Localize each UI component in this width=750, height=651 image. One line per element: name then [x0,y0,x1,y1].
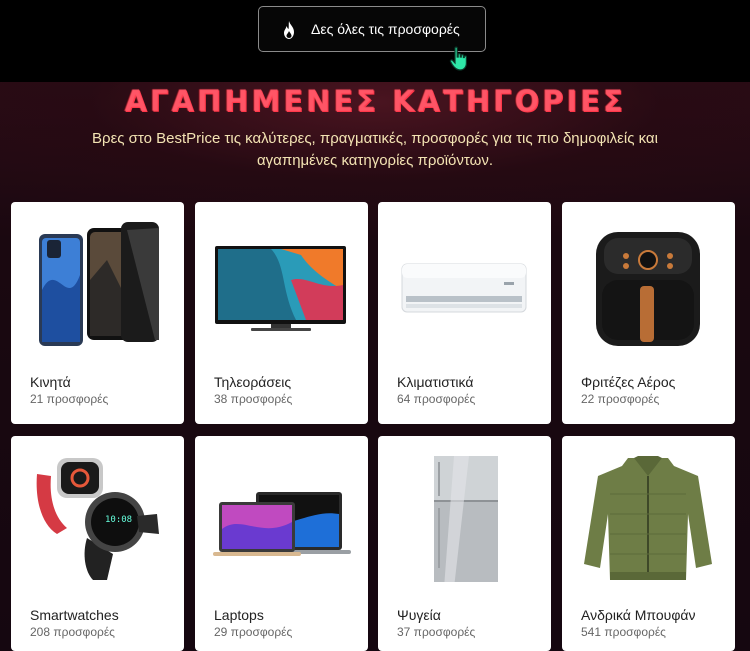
smartphone-image [39,222,159,346]
all-deals-label: Δες όλες τις προσφορές [311,21,460,37]
category-card-smartwatches[interactable]: 10:08 Smartwatches 208 προσφορές [11,436,184,651]
jacket-image [584,456,712,580]
category-offer-count: 38 προσφορές [214,392,293,406]
category-offer-count: 541 προσφορές [581,625,666,639]
smartwatch-image: 10:08 [36,458,159,580]
section-subtitle: Βρες στο BestPrice τις καλύτερες, πραγμα… [92,130,658,169]
category-name: Ψυγεία [397,607,441,623]
laptop-image [213,492,351,556]
category-card-air-fryers[interactable]: Φριτέζες Αέρος 22 προσφορές [562,202,735,424]
top-bar: Δες όλες τις προσφορές [0,0,750,82]
category-offer-count: 37 προσφορές [397,625,476,639]
television-image [215,246,346,331]
category-card-mobiles[interactable]: Κινητά 21 προσφορές [11,202,184,424]
category-name: Φριτέζες Αέρος [581,374,676,390]
flame-icon [284,21,294,39]
category-offer-count: 208 προσφορές [30,625,115,639]
category-offer-count: 21 προσφορές [30,392,109,406]
category-offer-count: 29 προσφορές [214,625,293,639]
category-name: Laptops [214,607,264,623]
category-name: Κλιματιστικά [397,374,474,390]
air-fryer-image [596,232,700,346]
category-offer-count: 64 προσφορές [397,392,476,406]
category-card-refrigerators[interactable]: Ψυγεία 37 προσφορές [378,436,551,651]
category-name: Κινητά [30,374,71,390]
category-card-laptops[interactable]: Laptops 29 προσφορές [195,436,368,651]
section-title: ΑΓΑΠΗΜΕΝΕΣ ΚΑΤΗΓΟΡΙΕΣ [0,84,750,118]
svg-text:10:08: 10:08 [105,515,132,525]
category-card-tvs[interactable]: Τηλεοράσεις 38 προσφορές [195,202,368,424]
category-name: Smartwatches [30,607,119,623]
refrigerator-image [434,456,498,582]
category-name: Τηλεοράσεις [214,374,292,390]
air-conditioner-image [401,263,527,313]
category-card-mens-jackets[interactable]: Ανδρικά Μπουφάν 541 προσφορές [562,436,735,651]
hand-cursor-icon [449,46,467,71]
category-name: Ανδρικά Μπουφάν [581,607,696,623]
category-offer-count: 22 προσφορές [581,392,660,406]
category-card-air-conditioners[interactable]: Κλιματιστικά 64 προσφορές [378,202,551,424]
